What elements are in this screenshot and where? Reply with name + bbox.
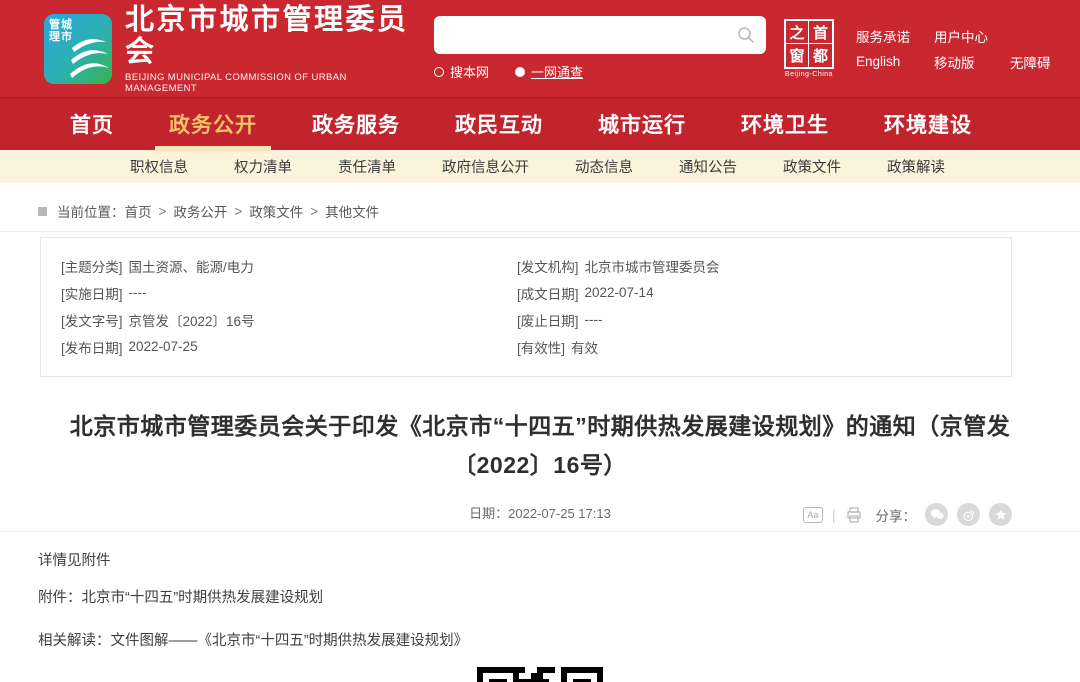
meta-publish-date: [发布日期] 2022-07-25 [61,336,517,357]
site-subtitle: BEIJING MUNICIPAL COMMISSION OF URBAN MA… [125,72,420,94]
tools-divider: | [832,507,836,523]
attachment-link[interactable]: 附件：北京市“十四五”时期供热发展建设规划 [38,590,1080,606]
share-weibo-icon[interactable] [957,503,980,526]
logo-badge-icon: 管城理市 [44,14,112,84]
document-meta-box: [主题分类] 国土资源、能源/电力 [实施日期] ---- [发文字号] 京管发… [40,237,1012,377]
subnav-policy-interpretation[interactable]: 政策解读 [887,156,945,177]
subnav-notices[interactable]: 通知公告 [679,156,737,177]
nav-environment-sanitation[interactable]: 环境卫生 [733,98,837,151]
search-scope-unified[interactable]: 一网通查 [515,62,583,81]
capital-window-seal[interactable]: 之 首 窗 都 Beijing-China [784,19,834,78]
site-header: 管城理市 北京市城市管理委员会 BEIJING MUNICIPAL COMMIS… [0,0,1080,97]
meta-written-date: [成文日期] 2022-07-14 [517,282,973,303]
title-divider [0,531,1080,532]
font-size-icon[interactable]: Aa [803,507,823,523]
radio-selected-icon[interactable] [515,67,525,77]
site-title: 北京市城市管理委员会 [125,4,420,68]
page-title: 北京市城市管理委员会关于印发《北京市“十四五”时期供热发展建设规划》的通知（京管… [64,407,1016,485]
breadcrumb-divider [0,231,1080,232]
meta-validity: [有效性] 有效 [517,336,973,357]
main-nav: 首页 政务公开 政务服务 政民互动 城市运行 环境卫生 环境建设 [0,97,1080,150]
subnav-gov-info-disclosure[interactable]: 政府信息公开 [442,156,529,177]
qr-code-wrap [0,667,1080,682]
sub-nav: 职权信息 权力清单 责任清单 政府信息公开 动态信息 通知公告 政策文件 政策解… [0,150,1080,183]
nav-gov-disclosure[interactable]: 政务公开 [161,98,265,151]
subnav-power-list[interactable]: 权力清单 [234,156,292,177]
meta-document-number: [发文字号] 京管发〔2022〕16号 [61,309,517,330]
share-wechat-icon[interactable] [925,503,948,526]
nav-gov-services[interactable]: 政务服务 [304,98,408,151]
nav-public-interaction[interactable]: 政民互动 [447,98,551,151]
header-quick-links: 服务承诺 用户中心 English 移动版 无障碍 [856,24,1080,74]
seal-caption: Beijing-China [784,71,834,78]
breadcrumb: 当前位置： 首页 > 政务公开 > 政策文件 > 其他文件 [38,203,1080,219]
share-favorite-icon[interactable] [989,503,1012,526]
meta-repeal-date: [废止日期] ---- [517,309,973,330]
related-interpretation-link[interactable]: 相关解读：文件图解——《北京市“十四五”时期供热发展建设规划》 [38,633,1080,649]
search-area: 搜本网 一网通查 [434,16,766,81]
search-scope-options: 搜本网 一网通查 [434,62,766,81]
meta-right-column: [发文机构] 北京市城市管理委员会 [成文日期] 2022-07-14 [废止日… [517,255,973,363]
subnav-authority-info[interactable]: 职权信息 [130,156,188,177]
share-label: 分享： [876,505,917,525]
subnav-dynamic-info[interactable]: 动态信息 [575,156,633,177]
link-user-center[interactable]: 用户中心 [934,26,1010,46]
search-scope-site[interactable]: 搜本网 [434,62,489,81]
breadcrumb-label: 当前位置： [57,201,125,221]
nav-environment-construction[interactable]: 环境建设 [876,98,980,151]
breadcrumb-home[interactable]: 首页 [125,201,152,221]
subnav-policy-documents[interactable]: 政策文件 [783,156,841,177]
link-english[interactable]: English [856,54,934,69]
breadcrumb-policy-documents[interactable]: 政策文件 [249,201,303,221]
qr-code [477,667,603,682]
search-input[interactable] [434,16,766,54]
logo-swoosh-icon [68,26,110,80]
breadcrumb-other-documents[interactable]: 其他文件 [325,201,379,221]
radio-unselected-icon[interactable] [434,67,444,77]
article-date-row: 日期：2022-07-25 17:13 Aa | 分享： [0,501,1080,527]
site-title-block: 北京市城市管理委员会 BEIJING MUNICIPAL COMMISSION … [125,4,420,94]
link-accessibility[interactable]: 无障碍 [1010,52,1080,72]
meta-left-column: [主题分类] 国土资源、能源/电力 [实施日期] ---- [发文字号] 京管发… [61,255,517,363]
breadcrumb-square-icon [38,207,47,216]
link-service-promise[interactable]: 服务承诺 [856,26,934,46]
article-tools: Aa | 分享： [803,503,1012,526]
print-icon[interactable] [845,506,863,524]
subnav-responsibility-list[interactable]: 责任清单 [338,156,396,177]
meta-topic-category: [主题分类] 国土资源、能源/电力 [61,255,517,276]
meta-implementation-date: [实施日期] ---- [61,282,517,303]
capital-window-seal-icon: 之 首 窗 都 [784,19,834,69]
article-body-line: 详情见附件 [38,553,1080,569]
breadcrumb-gov-disclosure[interactable]: 政务公开 [173,201,227,221]
search-icon[interactable] [736,25,756,45]
meta-issuing-agency: [发文机构] 北京市城市管理委员会 [517,255,973,276]
link-mobile[interactable]: 移动版 [934,52,1010,72]
nav-city-operation[interactable]: 城市运行 [590,98,694,151]
nav-home[interactable]: 首页 [62,98,122,151]
site-logo[interactable]: 管城理市 北京市城市管理委员会 BEIJING MUNICIPAL COMMIS… [44,4,420,94]
